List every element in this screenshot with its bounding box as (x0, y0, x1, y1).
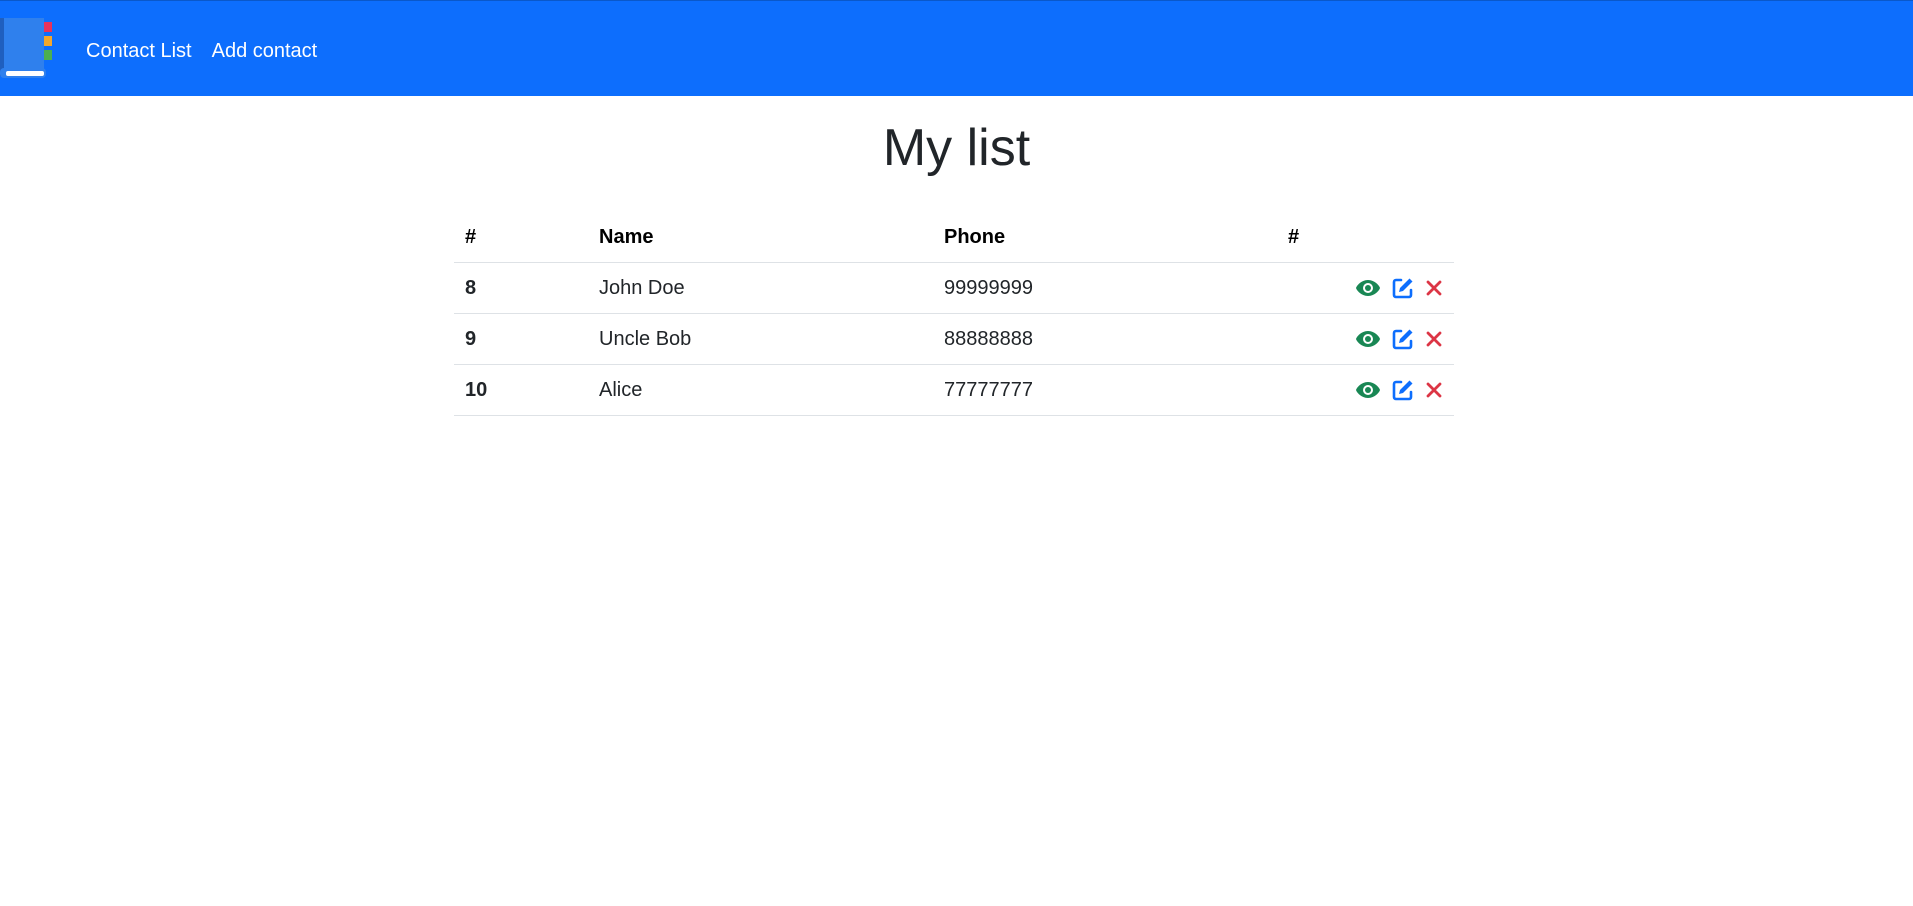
brand-logo[interactable] (0, 18, 56, 82)
nav-link-add-contact[interactable]: Add contact (212, 39, 318, 63)
row-name: Alice (588, 364, 933, 416)
nav-links: Contact List Add contact (86, 39, 317, 63)
close-icon (1426, 382, 1442, 398)
header-actions: # (1277, 212, 1454, 263)
row-phone: 88888888 (933, 313, 1277, 365)
row-id: 9 (454, 313, 588, 365)
edit-button[interactable] (1391, 327, 1415, 351)
header-phone: Phone (933, 212, 1277, 263)
edit-button[interactable] (1391, 378, 1415, 402)
view-button[interactable] (1355, 380, 1381, 400)
close-icon (1426, 280, 1442, 296)
table-header-row: # Name Phone # (454, 212, 1454, 263)
contacts-table: # Name Phone # 8 John Doe 99999999 9 Unc… (454, 212, 1454, 416)
delete-button[interactable] (1425, 279, 1443, 297)
row-id: 10 (454, 364, 588, 416)
edit-icon (1392, 329, 1413, 350)
edit-button[interactable] (1391, 276, 1415, 300)
row-phone: 99999999 (933, 262, 1277, 314)
header-name: Name (588, 212, 933, 263)
top-navbar: Contact List Add contact (0, 0, 1913, 96)
header-id: # (454, 212, 588, 263)
delete-button[interactable] (1425, 330, 1443, 348)
eye-icon (1356, 331, 1380, 347)
table-row: 8 John Doe 99999999 (454, 262, 1454, 314)
table-row: 10 Alice 77777777 (454, 364, 1454, 416)
edit-icon (1392, 278, 1413, 299)
row-actions (1277, 313, 1454, 365)
view-button[interactable] (1355, 278, 1381, 298)
view-button[interactable] (1355, 329, 1381, 349)
close-icon (1426, 331, 1442, 347)
table-row: 9 Uncle Bob 88888888 (454, 313, 1454, 365)
edit-icon (1392, 380, 1413, 401)
delete-button[interactable] (1425, 381, 1443, 399)
nav-link-contact-list[interactable]: Contact List (86, 39, 192, 63)
row-id: 8 (454, 262, 588, 314)
page-title: My list (882, 119, 1031, 177)
row-phone: 77777777 (933, 364, 1277, 416)
eye-icon (1356, 280, 1380, 296)
row-name: Uncle Bob (588, 313, 933, 365)
row-actions (1277, 262, 1454, 314)
row-name: John Doe (588, 262, 933, 314)
address-book-icon (0, 18, 52, 78)
eye-icon (1356, 382, 1380, 398)
row-actions (1277, 364, 1454, 416)
